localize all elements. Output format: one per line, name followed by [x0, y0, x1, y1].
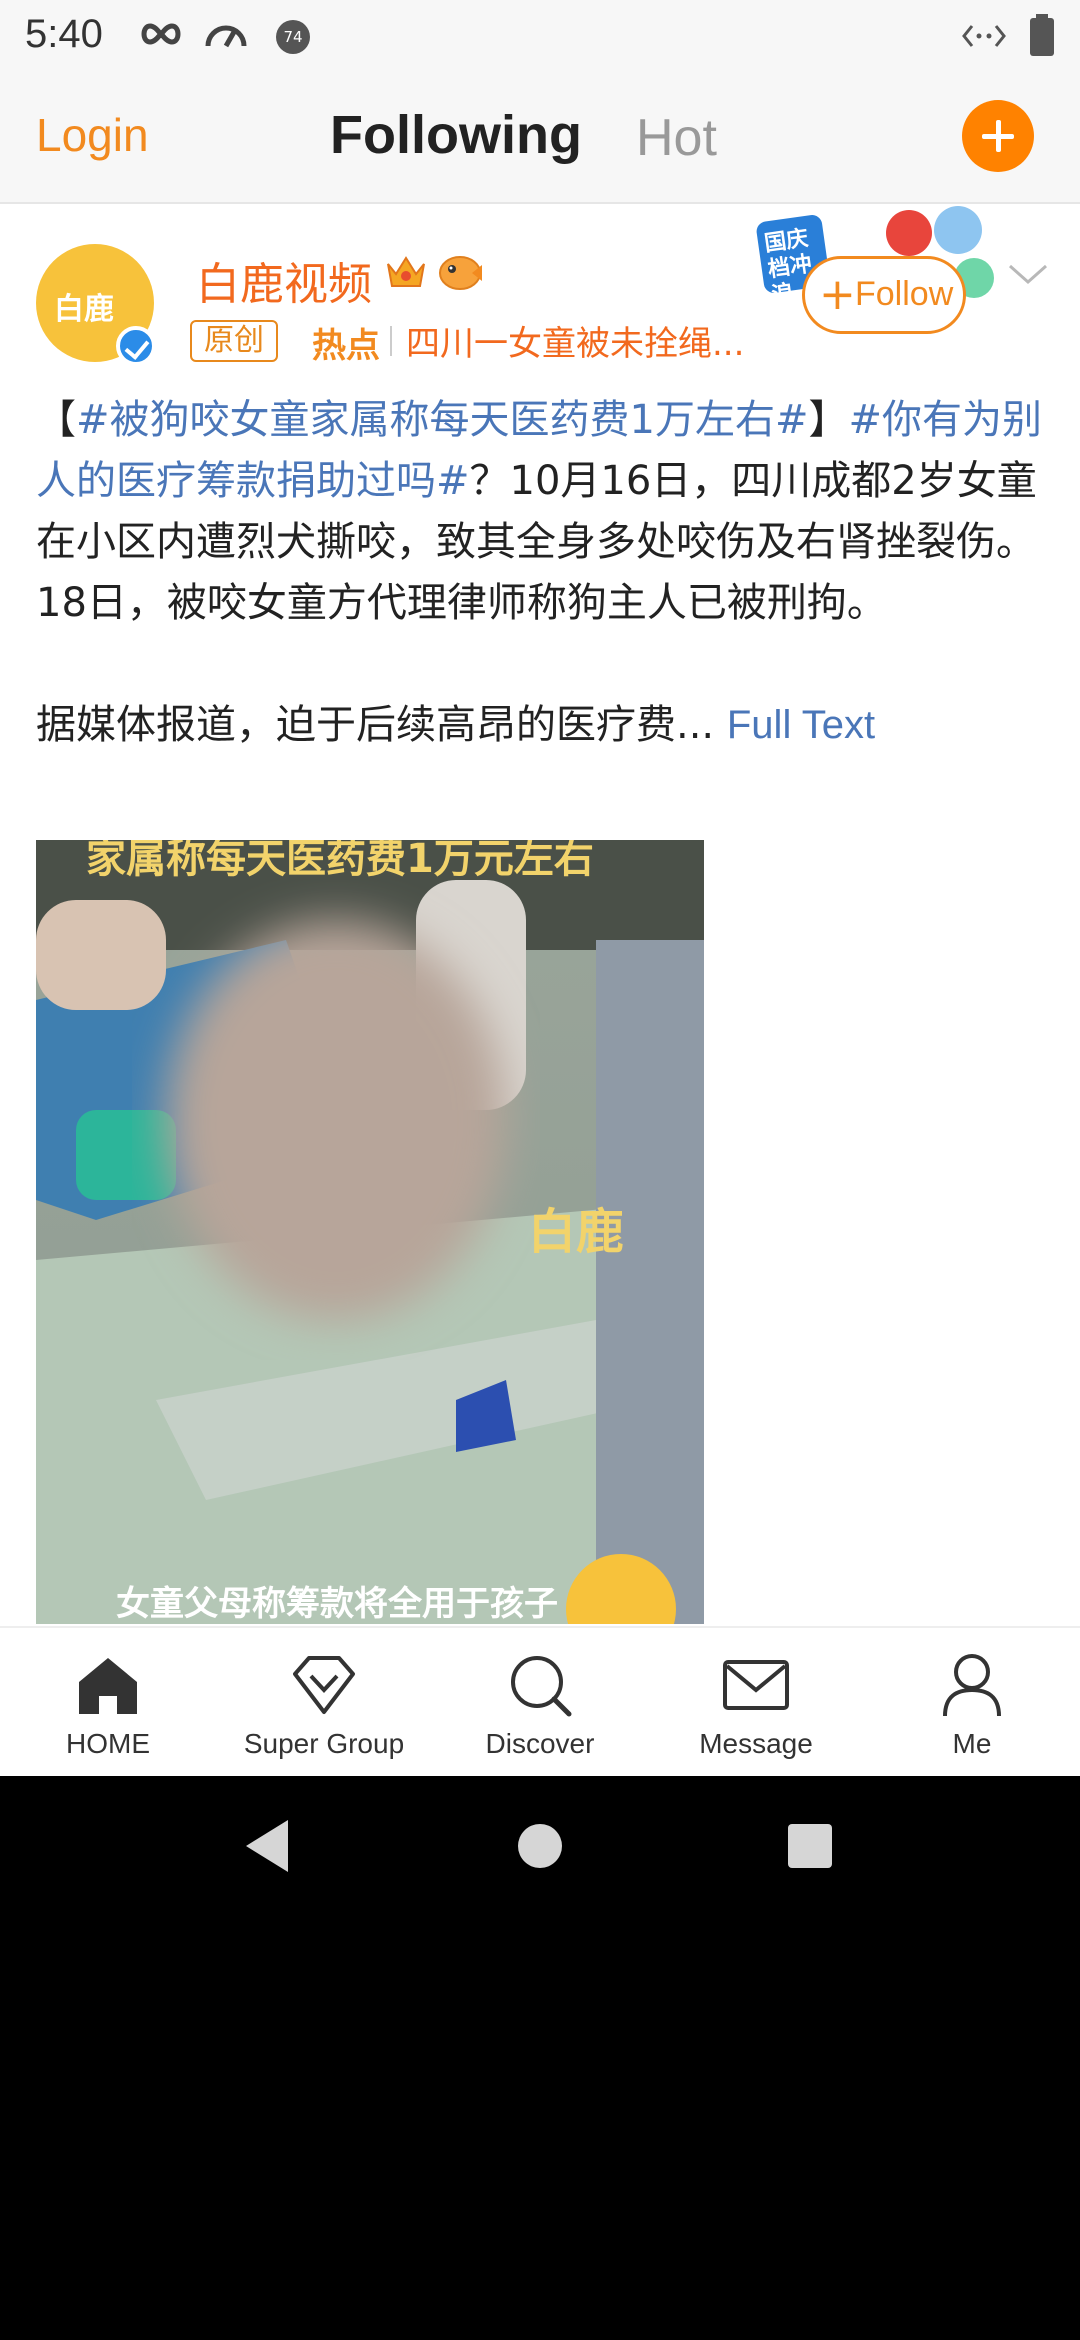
fish-badge-icon[interactable]: [436, 252, 484, 294]
top-nav: Login Following Hot: [0, 72, 1080, 204]
bracket-close: 】: [808, 397, 849, 443]
follow-plus-icon: +: [819, 269, 856, 320]
tab-following-label: Following: [330, 105, 582, 165]
hot-label: 热点: [312, 326, 380, 366]
nav-label-super-group: Super Group: [243, 1728, 405, 1759]
login-button[interactable]: Login: [36, 108, 149, 162]
nav-home[interactable]: HOME: [8, 1628, 208, 1776]
topic-link-1[interactable]: #被狗咬女童家属称每天医药费1万左右#: [76, 397, 808, 443]
original-tag: 原创: [190, 320, 278, 362]
speedometer-icon: [205, 25, 247, 48]
nav-super-group[interactable]: Super Group: [224, 1628, 424, 1776]
tab-hot[interactable]: Hot: [636, 108, 717, 168]
nav-label-home: HOME: [66, 1728, 150, 1759]
nav-discover[interactable]: Discover: [440, 1628, 640, 1776]
add-button[interactable]: [962, 100, 1034, 172]
avatar-logo-text: 白鹿: [54, 292, 114, 327]
author-name[interactable]: 白鹿视频: [196, 248, 372, 312]
nav-me[interactable]: Me: [872, 1628, 1072, 1776]
video-caption-bottom: 女童父母称筹款将全用于孩子: [116, 1584, 558, 1624]
hot-separator: [390, 326, 392, 356]
nav-label-me: Me: [952, 1728, 992, 1759]
full-text-link[interactable]: Full Text: [727, 703, 875, 747]
crown-badge-icon[interactable]: [384, 252, 428, 292]
hot-topic-link[interactable]: 四川一女童被未拴绳...: [406, 316, 744, 365]
status-time: 5:40: [25, 12, 103, 56]
video-watermark: 白鹿: [528, 1204, 625, 1260]
infinity-icon: [141, 23, 181, 45]
app-screen: 5:40 74 Login Following Hot 白鹿 白鹿视频 原创 热…: [0, 0, 1080, 1776]
mail-icon: [723, 1660, 789, 1710]
diamond-icon: [293, 1656, 355, 1714]
bracket-open: 【: [36, 397, 76, 443]
post-text-excerpt: 据媒体报道，迫于后续高昂的医疗费...: [36, 702, 715, 748]
verified-icon: [116, 326, 156, 366]
post-paragraph-2: 据媒体报道，迫于后续高昂的医疗费... Full Text: [36, 695, 1046, 756]
search-icon: [511, 1656, 572, 1717]
bottom-nav: HOME Super Group Discover Message Me: [0, 1626, 1080, 1776]
nav-label-message: Message: [699, 1728, 813, 1759]
promo-mascot-blue: [934, 206, 982, 254]
post-body: 【#被狗咬女童家属称每天医药费1万左右#】#你有为别人的医疗筹款捐助过吗#？10…: [36, 390, 1046, 756]
chevron-down-icon[interactable]: [1008, 262, 1048, 286]
follow-button[interactable]: + Follow: [802, 256, 966, 334]
follow-label: Follow: [855, 275, 954, 313]
system-nav-bar: [0, 1776, 1080, 1916]
post-paragraph-1: 【#被狗咬女童家属称每天医药费1万左右#】#你有为别人的医疗筹款捐助过吗#？10…: [36, 390, 1046, 634]
home-button-icon[interactable]: [516, 1822, 564, 1870]
notification-count-icon: 74: [276, 20, 310, 54]
home-icon: [79, 1658, 137, 1714]
promo-mascot-red: [886, 210, 932, 256]
status-bar: 5:40 74: [0, 0, 1080, 72]
recents-icon[interactable]: [786, 1822, 834, 1870]
person-icon: [943, 1654, 1001, 1717]
video-thumbnail[interactable]: 家属称每天医药费1万元左右 白鹿 女童父母称筹款将全用于孩子: [36, 840, 704, 1624]
video-caption-top: 家属称每天医药费1万元左右: [86, 840, 594, 882]
code-icon: [962, 25, 1006, 47]
back-icon[interactable]: [242, 1818, 292, 1874]
battery-icon: [1030, 14, 1054, 56]
nav-message[interactable]: Message: [656, 1628, 856, 1776]
nav-label-discover: Discover: [485, 1728, 595, 1759]
